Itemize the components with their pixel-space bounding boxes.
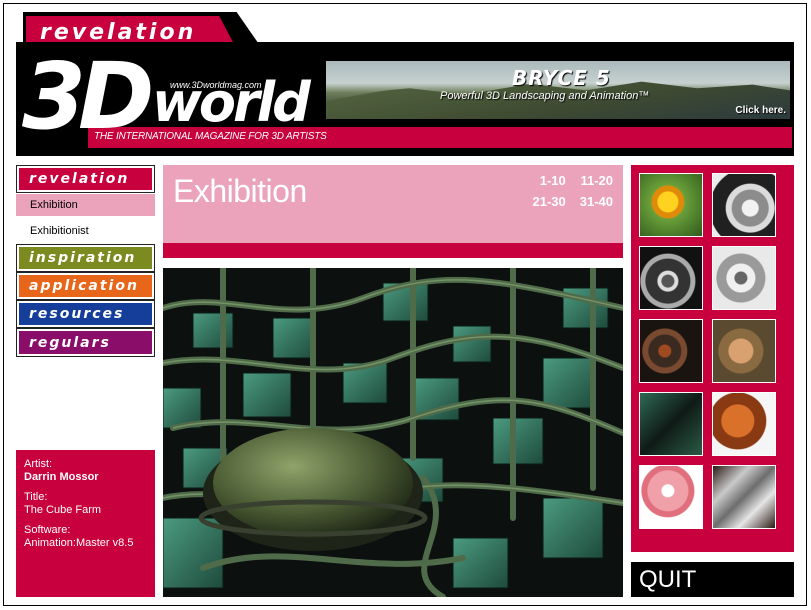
featured-artwork-image: [163, 268, 623, 597]
nav-revelation-label: revelation: [19, 168, 152, 190]
logo-3d: 3D: [22, 43, 154, 150]
nav-inspiration-button[interactable]: inspiration: [16, 244, 155, 272]
page-title: Exhibition: [173, 173, 307, 209]
chrome-wheel-thumbnail[interactable]: [712, 246, 776, 310]
flower-thumbnail[interactable]: [639, 173, 703, 237]
bryce-ad-banner[interactable]: BRYCE 5 Powerful 3D Landscaping and Anim…: [326, 61, 790, 119]
exhibition-title-bar: Exhibition 1-10 11-20 21-30 31-40: [163, 165, 623, 243]
software-label: Software:: [24, 524, 71, 536]
title-red-divider: [163, 243, 623, 258]
cartoon-fish-thumbnail[interactable]: [639, 465, 703, 529]
logo-url: www.3Dworldmag.com: [170, 80, 262, 90]
ad-subtitle: Powerful 3D Landscaping and Animation™: [440, 90, 650, 102]
nav-application-button[interactable]: application: [16, 272, 155, 300]
range-link-11-20[interactable]: 11-20: [580, 173, 613, 188]
nav-application-label: application: [19, 275, 152, 297]
magazine-tagline: THE INTERNATIONAL MAGAZINE FOR 3D ARTIST…: [94, 131, 327, 142]
nav-resources-label: resources: [19, 303, 152, 325]
nav-resources-button[interactable]: resources: [16, 300, 155, 328]
motorcycle-engine-thumbnail[interactable]: [712, 173, 776, 237]
artwork-title: The Cube Farm: [24, 504, 102, 516]
creature-face-thumbnail[interactable]: [712, 319, 776, 383]
nav-inspiration-label: inspiration: [19, 247, 152, 269]
cube-farm-thumbnail[interactable]: [639, 392, 703, 456]
artist-label: Artist:: [24, 458, 53, 470]
range-link-21-30[interactable]: 21-30: [533, 194, 566, 209]
steampunk-gear-thumbnail[interactable]: [639, 319, 703, 383]
orange-creature-thumbnail[interactable]: [712, 392, 776, 456]
thumbnail-gallery: [631, 165, 794, 552]
range-link-1-10[interactable]: 1-10: [533, 173, 566, 188]
page-range-selector: 1-10 11-20 21-30 31-40: [533, 173, 614, 209]
software-value: Animation:Master v8.5: [24, 537, 134, 549]
section-tab-label: revelation: [40, 19, 197, 45]
ad-title: BRYCE 5: [512, 66, 611, 90]
range-link-31-40[interactable]: 31-40: [580, 194, 613, 209]
title-label: Title:: [24, 491, 48, 503]
nav-item-exhibitionist[interactable]: Exhibitionist: [16, 220, 155, 242]
motorcycle-wheel-thumbnail[interactable]: [639, 246, 703, 310]
nav-regulars-button[interactable]: regulars: [16, 328, 155, 357]
nav-revelation-button[interactable]: revelation: [16, 165, 155, 193]
quit-button[interactable]: QUIT: [631, 562, 794, 597]
ad-click-here-link[interactable]: Click here.: [735, 105, 786, 116]
artist-name: Darrin Mossor: [24, 471, 99, 483]
quit-label: QUIT: [639, 566, 697, 593]
nav-regulars-label: regulars: [19, 331, 152, 354]
nav-item-exhibition[interactable]: Exhibition: [16, 194, 155, 216]
chain-link-thumbnail[interactable]: [712, 465, 776, 529]
artist-info-panel: Artist: Darrin Mossor Title: The Cube Fa…: [16, 450, 155, 597]
